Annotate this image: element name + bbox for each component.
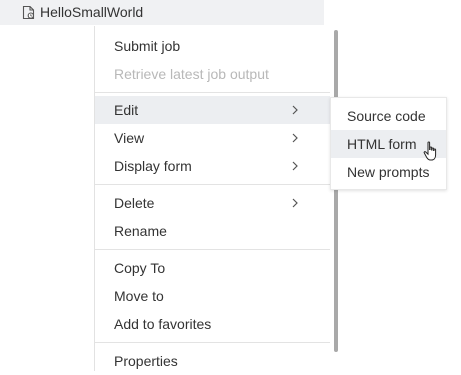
- menu-item-display-form[interactable]: Display form: [95, 152, 330, 180]
- chevron-right-icon: [292, 198, 298, 208]
- menu-item-label: Submit job: [114, 38, 181, 54]
- menu-separator: [95, 342, 330, 343]
- menu-scrollbar[interactable]: [334, 30, 338, 352]
- menu-separator: [95, 249, 330, 250]
- menu-item-label: Add to favorites: [114, 316, 212, 332]
- menu-item-rename[interactable]: Rename: [95, 217, 330, 245]
- chevron-right-icon: [292, 105, 298, 115]
- menu-item-label: Copy To: [114, 260, 166, 276]
- submenu-item-label: HTML form: [347, 136, 417, 152]
- tree-item-hellosmallworld[interactable]: HelloSmallWorld: [0, 0, 324, 25]
- menu-item-label: Delete: [114, 195, 155, 211]
- menu-item-delete[interactable]: Delete: [95, 189, 330, 217]
- menu-item-label: Retrieve latest job output: [114, 66, 269, 82]
- submenu-item-source-code[interactable]: Source code: [331, 102, 446, 130]
- tree-item-label: HelloSmallWorld: [40, 4, 144, 20]
- menu-separator: [95, 184, 330, 185]
- menu-item-label: Properties: [114, 353, 178, 369]
- context-menu: Submit job Retrieve latest job output Ed…: [94, 26, 330, 371]
- menu-item-label: Rename: [114, 223, 167, 239]
- menu-item-view[interactable]: View: [95, 124, 330, 152]
- chevron-right-icon: [292, 133, 298, 143]
- menu-item-submit-job[interactable]: Submit job: [95, 32, 330, 60]
- menu-item-move-to[interactable]: Move to: [95, 282, 330, 310]
- menu-item-add-to-favorites[interactable]: Add to favorites: [95, 310, 330, 338]
- menu-item-label: Display form: [114, 158, 192, 174]
- menu-item-edit[interactable]: Edit: [95, 96, 330, 124]
- menu-item-copy-to[interactable]: Copy To: [95, 254, 330, 282]
- file-code-icon: [22, 5, 35, 20]
- submenu-item-label: New prompts: [347, 164, 430, 180]
- menu-item-retrieve-latest-job-output: Retrieve latest job output: [95, 60, 330, 88]
- menu-item-label: Edit: [114, 102, 139, 118]
- hand-cursor-icon: [423, 141, 437, 161]
- menu-item-label: View: [114, 130, 145, 146]
- menu-item-label: Move to: [114, 288, 164, 304]
- chevron-right-icon: [292, 161, 298, 171]
- menu-separator: [95, 92, 330, 93]
- submenu-item-label: Source code: [347, 108, 426, 124]
